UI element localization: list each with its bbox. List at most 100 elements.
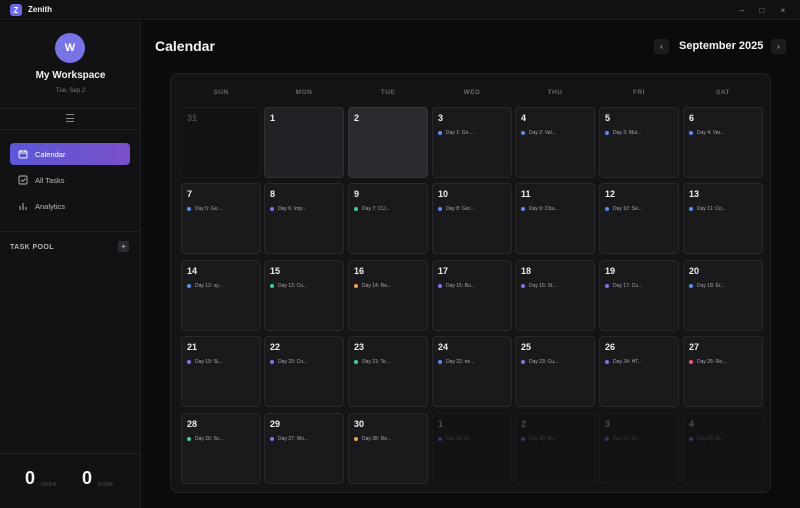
nav-item-all-tasks[interactable]: All Tasks <box>10 169 130 191</box>
task-chip[interactable]: Day 13: Co... <box>270 283 307 289</box>
task-color-dot <box>438 131 442 135</box>
task-chip[interactable]: Day 28: Re... <box>354 436 391 442</box>
avatar[interactable]: W <box>55 33 85 63</box>
task-chip[interactable]: Day 12: sy... <box>187 283 222 289</box>
day-cell[interactable]: 8 Day 6: Imp... <box>264 183 344 254</box>
task-label: Day 4: Var... <box>697 130 725 136</box>
day-cell[interactable]: 2 <box>348 107 428 178</box>
next-month-button[interactable]: › <box>771 39 786 54</box>
task-chip[interactable]: Day 27: Wo... <box>270 436 308 442</box>
day-number: 18 <box>521 266 532 276</box>
task-chip[interactable]: Day 6: Imp... <box>270 206 306 212</box>
task-chip[interactable]: Day 22: ne... <box>438 359 474 365</box>
day-cell[interactable]: 22 Day 20: Co... <box>264 336 344 407</box>
day-cell[interactable]: 1 Day 29: Ar... <box>432 413 512 484</box>
day-cell[interactable]: 31 <box>181 107 261 178</box>
task-chip[interactable]: Day 2: Val... <box>521 130 556 136</box>
nav-item-analytics[interactable]: Analytics <box>10 195 130 217</box>
task-label: Day 14: Re... <box>362 283 392 289</box>
done-count: 0 <box>82 468 93 488</box>
task-chip[interactable]: Day 32: Di... <box>689 436 725 442</box>
day-cell[interactable]: 25 Day 23: Cu... <box>515 336 595 407</box>
day-cell[interactable]: 29 Day 27: Wo... <box>264 413 344 484</box>
task-chip[interactable]: Day 18: Er... <box>689 283 725 289</box>
task-label: Day 16: St... <box>529 283 557 289</box>
weekday-header: SAT <box>715 89 731 96</box>
day-cell[interactable]: 19 Day 17: Cu... <box>599 260 679 331</box>
day-cell[interactable]: 9 Day 7: CLI... <box>348 183 428 254</box>
menu-toggle-icon[interactable] <box>64 113 76 123</box>
task-chip[interactable]: Day 25: Re... <box>689 359 726 365</box>
day-cell[interactable]: 3 Day 31: Di... <box>599 413 679 484</box>
day-cell[interactable]: 13 Day 11: Co... <box>683 183 763 254</box>
prev-month-button[interactable]: ‹ <box>654 39 669 54</box>
task-color-dot <box>354 437 358 441</box>
task-label: Day 9: Cha... <box>529 206 559 212</box>
day-cell[interactable]: 20 Day 18: Er... <box>683 260 763 331</box>
day-cell[interactable]: 4 Day 32: Di... <box>683 413 763 484</box>
day-cell[interactable]: 16 Day 14: Re... <box>348 260 428 331</box>
task-chip[interactable]: Day 10: Se... <box>605 206 642 212</box>
day-number: 5 <box>605 113 611 123</box>
task-chip[interactable]: Day 24: HT... <box>605 359 642 365</box>
day-cell[interactable]: 18 Day 16: St... <box>515 260 595 331</box>
task-chip[interactable]: Day 9: Cha... <box>521 206 558 212</box>
task-chip[interactable]: Day 20: Co... <box>270 359 307 365</box>
task-chip[interactable]: Day 15: Bu... <box>438 283 475 289</box>
day-cell[interactable]: 2 Day 30: Bo... <box>515 413 595 484</box>
task-chip[interactable]: Day 23: Cu... <box>521 359 558 365</box>
task-label: Day 32: Di... <box>697 436 725 442</box>
task-chip[interactable]: Day 11: Co... <box>689 206 726 212</box>
task-chip[interactable]: Day 31: Di... <box>605 436 641 442</box>
task-label: Day 7: CLI... <box>362 206 390 212</box>
task-label: Day 20: Co... <box>278 359 308 365</box>
day-cell[interactable]: 12 Day 10: Se... <box>599 183 679 254</box>
task-chip[interactable]: Day 14: Re... <box>354 283 391 289</box>
day-cell[interactable]: 28 Day 26: Sc... <box>181 413 261 484</box>
day-cell[interactable]: 14 Day 12: sy... <box>181 260 261 331</box>
task-chip[interactable]: Day 29: Ar... <box>438 436 473 442</box>
nav-label: Calendar <box>35 149 66 159</box>
day-cell[interactable]: 1 <box>264 107 344 178</box>
minimize-button[interactable]: – <box>735 4 749 16</box>
day-cell[interactable]: 5 Day 3: Mul... <box>599 107 679 178</box>
task-chip[interactable]: Day 26: Sc... <box>187 436 224 442</box>
day-cell[interactable]: 27 Day 25: Re... <box>683 336 763 407</box>
task-chip[interactable]: Day 21: Te... <box>354 359 390 365</box>
day-cell[interactable]: 6 Day 4: Var... <box>683 107 763 178</box>
task-chip[interactable]: Day 1: Go ... <box>438 130 474 136</box>
task-chip[interactable]: Day 7: CLI... <box>354 206 390 212</box>
task-chip[interactable]: Day 8: Gor... <box>438 206 474 212</box>
task-chip[interactable]: Day 30: Bo... <box>521 436 558 442</box>
task-color-dot <box>438 284 442 288</box>
task-color-dot <box>605 437 609 441</box>
day-cell[interactable]: 21 Day 19: Si... <box>181 336 261 407</box>
task-color-dot <box>605 284 609 288</box>
day-cell[interactable]: 24 Day 22: ne... <box>432 336 512 407</box>
day-cell[interactable]: 10 Day 8: Gor... <box>432 183 512 254</box>
day-cell[interactable]: 15 Day 13: Co... <box>264 260 344 331</box>
day-number: 30 <box>354 419 365 429</box>
task-chip[interactable]: Day 19: Si... <box>187 359 222 365</box>
task-chip[interactable]: Day 17: Cu... <box>605 283 642 289</box>
close-button[interactable]: × <box>776 4 790 16</box>
task-color-dot <box>354 284 358 288</box>
nav-item-calendar[interactable]: Calendar <box>10 143 130 165</box>
day-cell[interactable]: 30 Day 28: Re... <box>348 413 428 484</box>
day-cell[interactable]: 3 Day 1: Go ... <box>432 107 512 178</box>
maximize-button[interactable]: □ <box>755 4 769 16</box>
task-chip[interactable]: Day 5: Go ... <box>187 206 223 212</box>
day-cell[interactable]: 23 Day 21: Te... <box>348 336 428 407</box>
task-chip[interactable]: Day 16: St... <box>521 283 557 289</box>
day-cell[interactable]: 26 Day 24: HT... <box>599 336 679 407</box>
day-number: 4 <box>689 419 695 429</box>
day-cell[interactable]: 7 Day 5: Go ... <box>181 183 261 254</box>
task-chip[interactable]: Day 4: Var... <box>689 130 724 136</box>
task-chip[interactable]: Day 3: Mul... <box>605 130 641 136</box>
day-cell[interactable]: 11 Day 9: Cha... <box>515 183 595 254</box>
divider <box>0 453 141 454</box>
day-cell[interactable]: 17 Day 15: Bu... <box>432 260 512 331</box>
add-task-button[interactable]: + <box>118 241 129 252</box>
day-cell[interactable]: 4 Day 2: Val... <box>515 107 595 178</box>
task-color-dot <box>187 437 191 441</box>
